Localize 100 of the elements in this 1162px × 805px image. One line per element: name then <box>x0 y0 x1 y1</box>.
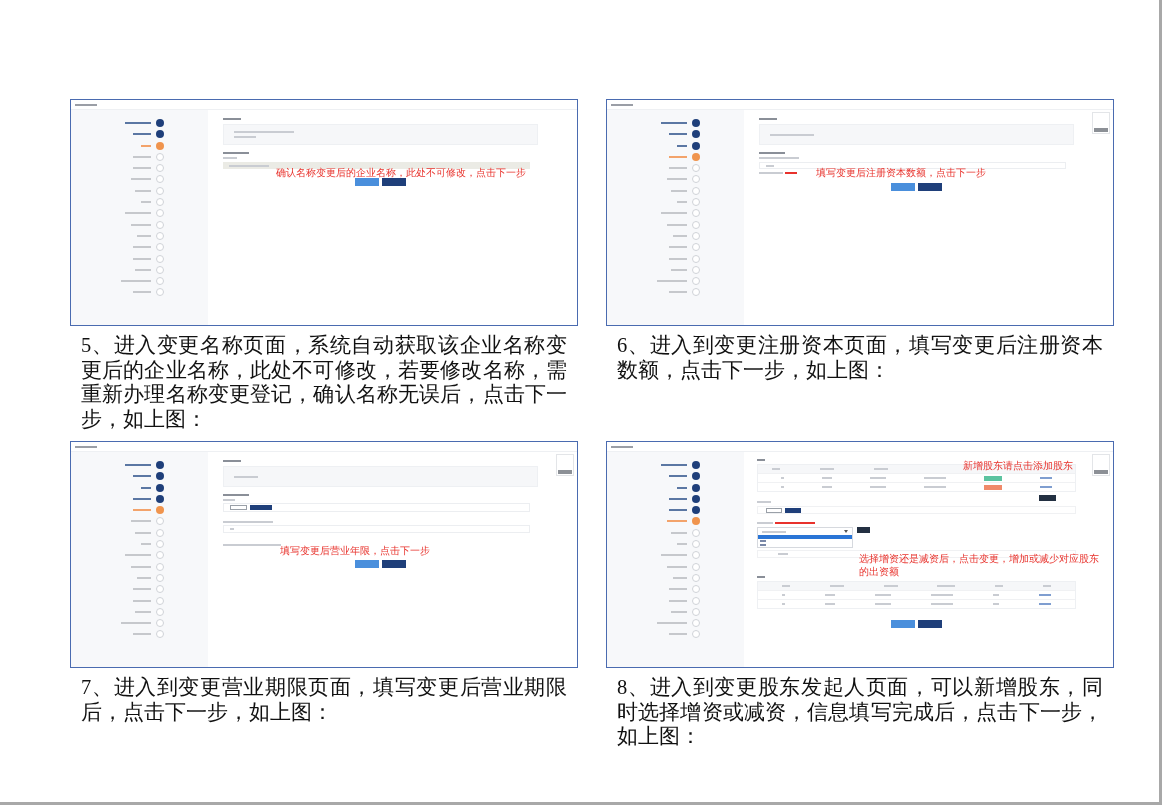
step-marker[interactable] <box>692 231 700 240</box>
add-shareholder-button[interactable] <box>1039 495 1056 501</box>
step-marker[interactable] <box>692 265 700 274</box>
years-input-field[interactable] <box>223 525 530 533</box>
illegible-text <box>669 599 687 602</box>
step-marker[interactable] <box>692 288 700 297</box>
step-marker[interactable] <box>156 231 164 240</box>
fixed-term-option[interactable] <box>230 505 247 510</box>
step-marker[interactable] <box>692 152 700 161</box>
side-widget[interactable] <box>1092 112 1110 134</box>
step-marker[interactable] <box>156 573 164 582</box>
illegible-text <box>669 155 687 158</box>
step-marker[interactable] <box>692 461 700 469</box>
illegible-text <box>762 530 786 533</box>
step-marker[interactable] <box>156 288 164 297</box>
step-marker[interactable] <box>692 141 700 150</box>
step-marker[interactable] <box>156 472 164 481</box>
step-marker[interactable] <box>692 164 700 173</box>
step-marker[interactable] <box>692 551 700 560</box>
step-marker[interactable] <box>156 175 164 184</box>
step-marker[interactable] <box>692 130 700 139</box>
step-marker[interactable] <box>692 198 700 207</box>
illegible-text <box>669 588 687 591</box>
step-marker[interactable] <box>156 220 164 229</box>
step-marker[interactable] <box>692 209 700 218</box>
caption-text: 5、进入变更名称页面，系统自动获取该企业名称变更后的企业名称，此处不可修改，若要修改名称，需重新办理名称变更登记，确认名称无误后，点击下一步，如上图： <box>80 333 568 431</box>
step-marker[interactable] <box>156 619 164 628</box>
step-marker[interactable] <box>692 562 700 571</box>
step-marker[interactable] <box>156 265 164 274</box>
illegible-text <box>133 497 151 500</box>
illegible-text <box>121 622 151 625</box>
step-marker[interactable] <box>156 164 164 173</box>
step-marker[interactable] <box>692 585 700 594</box>
step-marker[interactable] <box>692 494 700 503</box>
illegible-text <box>671 610 687 613</box>
step-marker[interactable] <box>692 630 700 639</box>
next-button[interactable] <box>382 560 406 568</box>
step-marker[interactable] <box>156 630 164 639</box>
step-marker[interactable] <box>156 517 164 526</box>
step-marker[interactable] <box>156 562 164 571</box>
prev-button[interactable] <box>355 178 379 186</box>
next-button[interactable] <box>382 178 406 186</box>
prev-button[interactable] <box>891 620 915 628</box>
yes-option[interactable] <box>785 507 801 513</box>
step-marker[interactable] <box>156 494 164 503</box>
illegible-text <box>673 234 687 237</box>
illegible-text <box>75 103 97 106</box>
step-marker[interactable] <box>692 540 700 549</box>
side-widget[interactable] <box>1092 454 1110 476</box>
step-marker[interactable] <box>692 175 700 184</box>
step-marker[interactable] <box>692 243 700 252</box>
change-button[interactable] <box>857 527 870 533</box>
step-marker[interactable] <box>156 141 164 150</box>
step-marker[interactable] <box>156 130 164 139</box>
step-marker[interactable] <box>156 254 164 263</box>
step-marker[interactable] <box>692 528 700 537</box>
step-marker[interactable] <box>692 517 700 526</box>
step-marker[interactable] <box>692 186 700 195</box>
step-marker[interactable] <box>156 506 164 515</box>
step-marker[interactable] <box>156 540 164 549</box>
step-marker[interactable] <box>692 254 700 263</box>
prev-button[interactable] <box>355 560 379 568</box>
company-name-field[interactable] <box>223 162 530 169</box>
illegible-text <box>135 189 151 192</box>
step-marker[interactable] <box>692 220 700 229</box>
next-button[interactable] <box>918 183 942 191</box>
illegible-text <box>135 531 151 534</box>
step-marker[interactable] <box>692 596 700 605</box>
illegible-text <box>669 167 687 170</box>
step-marker[interactable] <box>692 119 700 127</box>
step-marker[interactable] <box>692 483 700 492</box>
step-marker[interactable] <box>156 186 164 195</box>
step-marker[interactable] <box>156 528 164 537</box>
step-marker[interactable] <box>156 551 164 560</box>
step-marker[interactable] <box>692 619 700 628</box>
step-marker[interactable] <box>156 461 164 469</box>
illegible-text <box>133 588 151 591</box>
capital-input-field[interactable] <box>759 162 1066 169</box>
step-marker[interactable] <box>692 506 700 515</box>
side-widget[interactable] <box>556 454 574 476</box>
illegible-text <box>667 178 687 181</box>
step-marker[interactable] <box>692 607 700 616</box>
step-marker[interactable] <box>156 152 164 161</box>
change-type-dropdown[interactable] <box>757 527 853 548</box>
illegible-text <box>131 520 151 523</box>
step-marker[interactable] <box>692 277 700 286</box>
step-marker[interactable] <box>156 198 164 207</box>
illegible-text <box>611 445 633 448</box>
prev-button[interactable] <box>891 183 915 191</box>
step-marker[interactable] <box>156 483 164 492</box>
step-marker[interactable] <box>156 119 164 127</box>
next-button[interactable] <box>918 620 942 628</box>
step-marker[interactable] <box>156 209 164 218</box>
step-marker[interactable] <box>156 585 164 594</box>
step-marker[interactable] <box>156 277 164 286</box>
step-marker[interactable] <box>156 243 164 252</box>
step-marker[interactable] <box>156 607 164 616</box>
step-marker[interactable] <box>692 573 700 582</box>
step-marker[interactable] <box>156 596 164 605</box>
step-marker[interactable] <box>692 472 700 481</box>
